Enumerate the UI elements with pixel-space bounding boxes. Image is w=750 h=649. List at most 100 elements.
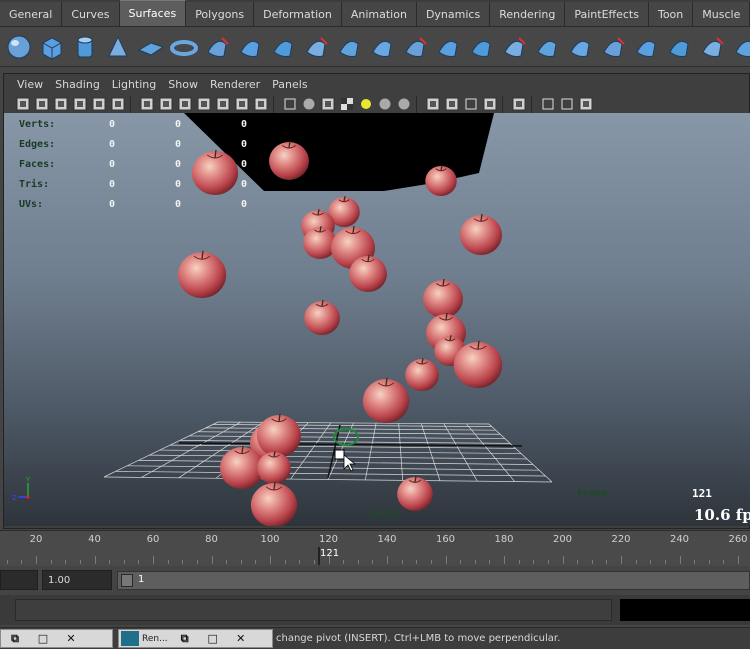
minimized-window-1[interactable]: ⧉ □ ✕ <box>0 629 113 648</box>
all-lights-icon[interactable] <box>558 96 575 113</box>
shelf-tab-deformation[interactable]: Deformation <box>254 2 342 26</box>
shelf-tab-rendering[interactable]: Rendering <box>490 2 566 26</box>
intersect-icon[interactable] <box>466 32 496 62</box>
time-tick <box>138 560 140 564</box>
shelf-tab-muscle[interactable]: Muscle <box>693 2 750 26</box>
nurbs-cube-icon[interactable] <box>37 32 67 62</box>
nurbs-plane-icon[interactable] <box>136 32 166 62</box>
film-gate-icon[interactable] <box>157 96 174 113</box>
field-chart-icon[interactable] <box>214 96 231 113</box>
camera-attributes-icon[interactable] <box>33 96 50 113</box>
apple-object[interactable] <box>256 413 302 457</box>
panel-menu-lighting[interactable]: Lighting <box>106 78 162 91</box>
apple-object[interactable] <box>304 300 340 335</box>
planar-icon[interactable] <box>268 32 298 62</box>
shelf-tab-polygons[interactable]: Polygons <box>186 2 255 26</box>
apple-object[interactable] <box>250 481 298 526</box>
grease-pencil-icon[interactable] <box>109 96 126 113</box>
manipulator-handle[interactable] <box>334 449 345 460</box>
safe-title-icon[interactable] <box>252 96 269 113</box>
backface-icon[interactable] <box>577 96 594 113</box>
close-icon[interactable]: ✕ <box>57 630 85 647</box>
gate-mask-icon[interactable] <box>195 96 212 113</box>
nurbs-cylinder-icon[interactable] <box>70 32 100 62</box>
shelf-tab-surfaces[interactable]: Surfaces <box>119 0 187 26</box>
apple-object[interactable] <box>397 476 433 511</box>
safe-action-icon[interactable] <box>233 96 250 113</box>
xray-icon[interactable] <box>462 96 479 113</box>
trim-icon[interactable] <box>532 32 562 62</box>
maya-window: General Curves Surfaces Polygons Deformation… <box>0 0 750 649</box>
nurbs-torus-icon[interactable] <box>169 32 199 62</box>
flat-shade-icon[interactable] <box>319 96 336 113</box>
range-slider-handle[interactable] <box>121 574 133 587</box>
apple-object[interactable] <box>177 250 227 298</box>
reverse-icon[interactable] <box>697 32 727 62</box>
maximize-icon[interactable]: □ <box>199 630 227 647</box>
shadows-icon[interactable] <box>376 96 393 113</box>
project-curve-icon[interactable] <box>499 32 529 62</box>
panel-menu-show[interactable]: Show <box>162 78 204 91</box>
wireframe-icon[interactable] <box>281 96 298 113</box>
range-slider-track[interactable]: 1 <box>117 571 750 590</box>
smooth-shade-icon[interactable] <box>300 96 317 113</box>
default-lighting-icon[interactable] <box>539 96 556 113</box>
frame-label: Frame <box>577 488 608 499</box>
panel-menu-renderer[interactable]: Renderer <box>204 78 266 91</box>
start-time-field[interactable] <box>0 570 38 590</box>
time-slider[interactable]: 121 20 40 60 80 100 120 140 160 180 200 220 240 260 <box>0 530 750 566</box>
resolution-gate-icon[interactable] <box>176 96 193 113</box>
restore-icon[interactable]: ⧉ <box>1 630 29 647</box>
boundary-icon[interactable] <box>367 32 397 62</box>
hud-row-verts: Verts: 0 0 0 <box>19 114 307 134</box>
apple-object[interactable] <box>362 377 410 423</box>
time-tick <box>182 560 184 564</box>
apple-object[interactable] <box>405 358 439 391</box>
shelf-tab-general[interactable]: General <box>0 2 63 26</box>
loft-icon[interactable] <box>235 32 265 62</box>
panel-menu-view[interactable]: View <box>11 78 49 91</box>
shelf-tab-painteffects[interactable]: PaintEffects <box>565 2 649 26</box>
restore-icon[interactable]: ⧉ <box>171 630 199 647</box>
playback-start-field[interactable]: 1.00 <box>42 570 112 590</box>
bookmark-icon[interactable] <box>52 96 69 113</box>
revolve-icon[interactable] <box>202 32 232 62</box>
extrude-icon[interactable] <box>301 32 331 62</box>
minimized-window-2[interactable]: Ren... ⧉ □ ✕ <box>118 629 273 648</box>
rebuild-icon[interactable] <box>664 32 694 62</box>
detach-icon[interactable] <box>631 32 661 62</box>
shelf-tab-curves[interactable]: Curves <box>62 2 120 26</box>
apple-object[interactable] <box>423 278 463 318</box>
bevel-icon[interactable] <box>433 32 463 62</box>
birail-icon[interactable] <box>334 32 364 62</box>
two-d-pan-icon[interactable] <box>90 96 107 113</box>
nurbs-sphere-icon[interactable] <box>4 32 34 62</box>
nurbs-cone-icon[interactable] <box>103 32 133 62</box>
shelf-tab-dynamics[interactable]: Dynamics <box>416 2 491 26</box>
sculpt-icon[interactable] <box>730 32 750 62</box>
image-plane-icon[interactable] <box>71 96 88 113</box>
shelf-tab-toon[interactable]: Toon <box>648 2 694 26</box>
panel-menu-shading[interactable]: Shading <box>49 78 106 91</box>
screen-space-ao-icon[interactable] <box>395 96 412 113</box>
grid-icon[interactable] <box>138 96 155 113</box>
motion-blur-icon[interactable] <box>443 96 460 113</box>
highlight-select-icon[interactable] <box>510 96 527 113</box>
shelf-tab-animation[interactable]: Animation <box>341 2 417 26</box>
close-icon[interactable]: ✕ <box>227 630 255 647</box>
command-input[interactable] <box>15 599 612 621</box>
maximize-icon[interactable]: □ <box>29 630 57 647</box>
untrim-icon[interactable] <box>565 32 595 62</box>
isolate-select-icon[interactable] <box>424 96 441 113</box>
square-icon[interactable] <box>400 32 430 62</box>
panel-menu-panels[interactable]: Panels <box>266 78 313 91</box>
time-tick <box>153 556 154 564</box>
perspective-viewport[interactable]: Y Z Verts: 0 0 0 Edges: 0 0 0 Faces: 0 0 0 Tris: 0 0 0 U… <box>4 113 750 526</box>
fps-readout: 10.6 fps <box>694 506 750 524</box>
attach-icon[interactable] <box>598 32 628 62</box>
use-lights-icon[interactable] <box>357 96 374 113</box>
xray-joints-icon[interactable] <box>481 96 498 113</box>
select-camera-icon[interactable] <box>14 96 31 113</box>
apple-object[interactable] <box>460 213 502 255</box>
textured-icon[interactable] <box>338 96 355 113</box>
